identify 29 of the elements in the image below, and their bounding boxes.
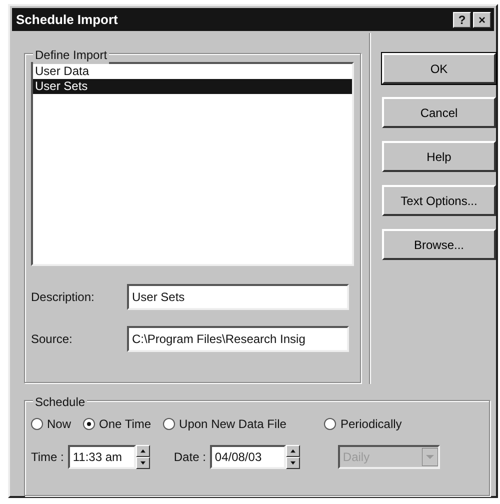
dropdown-arrow-icon [422, 448, 438, 466]
dialog-button[interactable]: Help [382, 141, 496, 172]
input-field[interactable]: C:\Program Files\Research Insig [127, 326, 349, 352]
radio-button[interactable] [83, 418, 96, 430]
spinner-control[interactable] [286, 445, 300, 469]
window-title: Schedule Import [16, 10, 119, 29]
dialog-button[interactable]: OK [382, 53, 496, 84]
help-button[interactable]: ? [453, 12, 471, 28]
option-label: One Time [99, 416, 152, 433]
radio-button[interactable] [324, 418, 336, 430]
input-field[interactable]: 04/08/03 [210, 445, 286, 469]
list-item[interactable]: User Sets [33, 79, 352, 94]
radio-button[interactable] [31, 418, 43, 430]
list-item[interactable]: User Data [33, 64, 352, 80]
field-label: Date : [174, 449, 206, 466]
option-label: Upon New Data File [179, 416, 286, 433]
input-field[interactable]: User Sets [127, 284, 349, 310]
dialog-button[interactable]: Text Options... [382, 185, 496, 216]
option-label: Periodically [340, 416, 402, 433]
close-button[interactable]: × [473, 12, 491, 28]
dialog-button[interactable]: Cancel [382, 97, 496, 128]
spinner-control[interactable] [136, 445, 150, 469]
field-label: Time : [31, 449, 64, 466]
option-label: Now [47, 416, 72, 433]
field-label: Description: [31, 289, 96, 306]
input-field[interactable]: 11:33 am [68, 445, 136, 469]
field-label: Source: [31, 331, 74, 348]
radio-button[interactable] [163, 418, 176, 430]
dialog-button[interactable]: Browse... [382, 229, 496, 260]
